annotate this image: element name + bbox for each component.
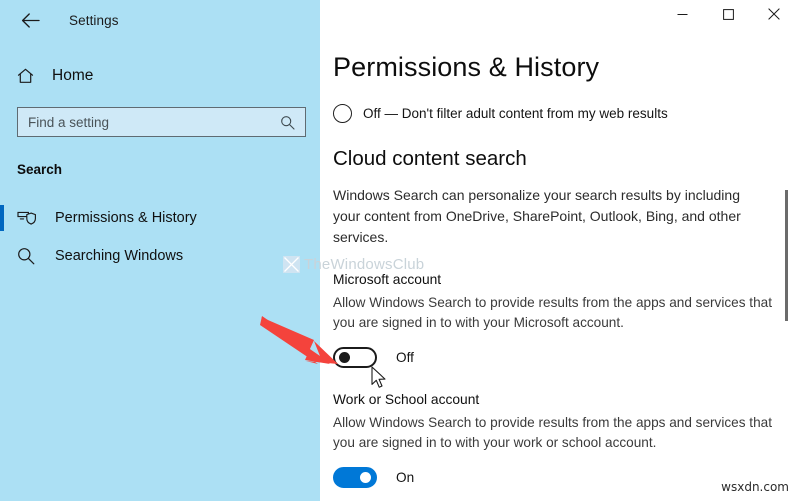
sidebar-section-title: Search — [17, 162, 320, 177]
content-pane: Permissions & History Off — Don't filter… — [320, 0, 797, 501]
cloud-content-search-description: Windows Search can personalize your sear… — [333, 171, 765, 248]
safe-search-off-label: Off — Don't filter adult content from my… — [363, 106, 668, 121]
settings-window: Settings Home Search — [0, 0, 797, 501]
content-scrollbar[interactable] — [782, 40, 792, 501]
setting-work-school-account: Work or School account Allow Windows Sea… — [333, 368, 797, 488]
radio-button[interactable] — [333, 104, 352, 123]
maximize-button[interactable] — [705, 0, 751, 32]
window-controls — [659, 0, 797, 32]
app-title: Settings — [69, 13, 119, 28]
sidebar-item-home[interactable]: Home — [0, 59, 320, 93]
cloud-content-search-heading: Cloud content search — [333, 123, 797, 171]
work-school-account-toggle-state: On — [396, 470, 414, 485]
sidebar-item-permissions-history[interactable]: Permissions & History — [0, 199, 320, 237]
home-icon — [14, 68, 36, 84]
minimize-icon — [677, 7, 688, 25]
content-body: Off — Don't filter adult content from my… — [320, 104, 797, 488]
microsoft-account-toggle-state: Off — [396, 350, 414, 365]
setting-work-school-account-toggle-row: On — [333, 453, 797, 488]
sidebar-item-searching-windows[interactable]: Searching Windows — [0, 237, 320, 275]
permissions-shield-icon — [17, 210, 41, 227]
scrollbar-thumb[interactable] — [785, 190, 788, 321]
work-school-account-toggle[interactable] — [333, 467, 377, 488]
setting-work-school-account-description: Allow Windows Search to provide results … — [333, 407, 785, 453]
setting-microsoft-account: Microsoft account Allow Windows Search t… — [333, 248, 797, 368]
sidebar-item-permissions-history-label: Permissions & History — [55, 210, 197, 226]
sidebar-item-home-label: Home — [52, 67, 93, 85]
maximize-icon — [723, 7, 734, 25]
setting-microsoft-account-label: Microsoft account — [333, 248, 797, 287]
setting-microsoft-account-description: Allow Windows Search to provide results … — [333, 287, 785, 333]
sidebar-titlebar: Settings — [0, 0, 320, 40]
magnifier-icon — [17, 247, 41, 265]
search-icon[interactable] — [273, 115, 305, 130]
microsoft-account-toggle[interactable] — [333, 347, 377, 368]
safe-search-off-option[interactable]: Off — Don't filter adult content from my… — [333, 104, 797, 123]
sidebar-nav-list: Permissions & History Searching Windows — [0, 199, 320, 275]
setting-microsoft-account-toggle-row: Off — [333, 333, 797, 368]
search-box[interactable] — [17, 107, 306, 137]
minimize-button[interactable] — [659, 0, 705, 32]
toggle-knob — [339, 352, 350, 363]
toggle-knob — [360, 472, 371, 483]
setting-work-school-account-label: Work or School account — [333, 368, 797, 407]
close-icon — [768, 7, 780, 25]
back-arrow-icon — [21, 13, 40, 28]
close-button[interactable] — [751, 0, 797, 32]
search-input[interactable] — [18, 108, 273, 136]
sidebar-item-searching-windows-label: Searching Windows — [55, 248, 183, 264]
sidebar: Settings Home Search — [0, 0, 320, 501]
back-button[interactable] — [12, 5, 48, 35]
